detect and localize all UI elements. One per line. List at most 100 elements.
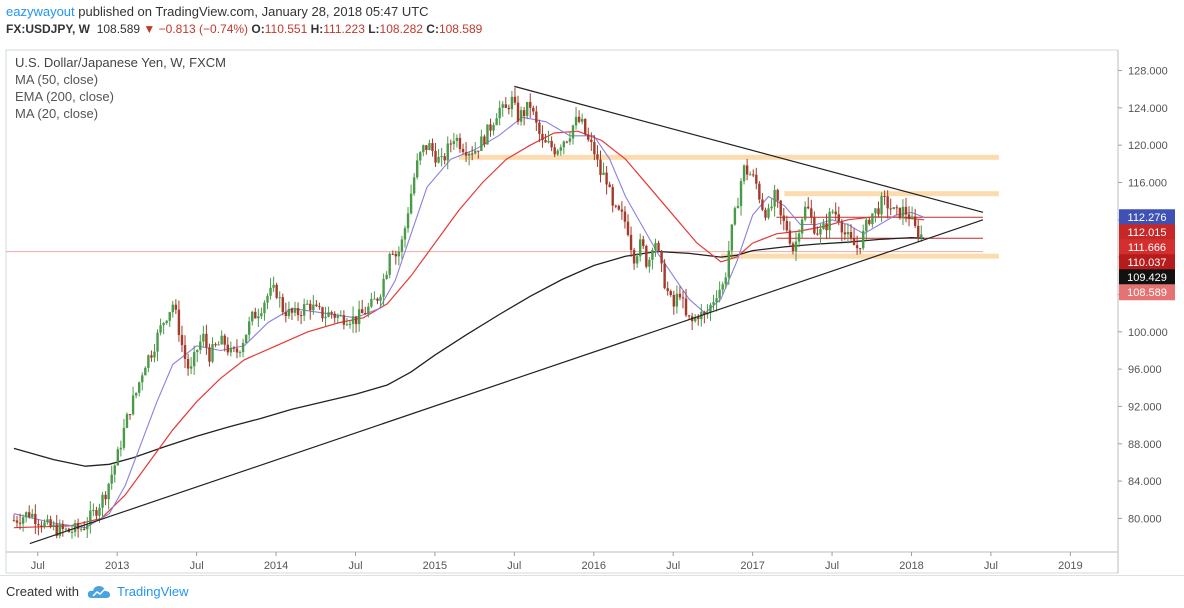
candle-body — [406, 213, 410, 229]
candle-body — [452, 141, 456, 145]
candle-body — [177, 309, 181, 336]
candle-body — [247, 321, 251, 335]
candle-body — [98, 507, 101, 516]
legend-ma20[interactable]: MA (20, close) — [15, 105, 226, 122]
price-chart[interactable]: 128.000124.000120.000116.000112.000108.0… — [0, 44, 1184, 575]
resistance-zone-0 — [458, 154, 999, 160]
candle-body — [180, 335, 184, 346]
candle-body — [803, 206, 807, 220]
candle-body — [678, 293, 682, 298]
candle-body — [742, 165, 746, 182]
candle-body — [816, 233, 819, 235]
candle-body — [892, 207, 895, 210]
candle-body — [162, 322, 165, 326]
candle-body — [287, 308, 291, 317]
candle-body — [623, 211, 627, 222]
candle-body — [858, 248, 862, 250]
candle-body — [437, 156, 440, 163]
candle-body — [529, 101, 532, 108]
candle-body — [495, 118, 498, 126]
candle-body — [480, 136, 483, 152]
x-tick-label: Jul — [31, 560, 45, 572]
candle-body — [877, 208, 880, 215]
candle-body — [183, 345, 187, 359]
candle-body — [205, 333, 208, 348]
candle-body — [251, 311, 254, 322]
y-tick-label: 120.000 — [1128, 140, 1168, 152]
candle-body — [324, 316, 327, 319]
candle-body — [254, 311, 257, 319]
candle-body — [266, 295, 269, 303]
candle-body — [235, 348, 239, 353]
candle-body — [21, 517, 25, 524]
candle-body — [357, 309, 361, 325]
candle-body — [764, 209, 767, 218]
candle-body — [376, 298, 379, 301]
legend-ma50[interactable]: MA (50, close) — [15, 71, 226, 88]
candle-body — [761, 199, 764, 210]
candle-body — [779, 200, 782, 216]
candle-body — [709, 304, 712, 313]
candle-body — [119, 447, 123, 450]
candle-body — [547, 140, 550, 143]
candle-body — [339, 315, 343, 317]
candle-body — [104, 494, 107, 500]
tradingview-link[interactable]: TradingView — [117, 584, 189, 599]
legend-ema200[interactable]: EMA (200, close) — [15, 88, 226, 105]
candle-body — [137, 382, 141, 393]
candle-body — [125, 414, 129, 428]
candle-body — [189, 366, 193, 369]
candle-body — [202, 333, 205, 342]
candle-body — [434, 150, 437, 163]
candle-body — [748, 174, 752, 176]
candle-body — [825, 223, 828, 231]
candle-body — [577, 116, 581, 122]
candle-body — [312, 304, 315, 311]
y-tick-label: 116.000 — [1128, 177, 1167, 189]
candle-body — [211, 344, 214, 362]
candle-body — [34, 513, 37, 525]
candle-body — [49, 519, 52, 527]
candle-body — [382, 278, 385, 297]
candle-body — [880, 195, 883, 215]
candle-body — [284, 312, 288, 317]
candle-body — [492, 125, 495, 131]
candle-body — [122, 427, 126, 448]
candle-body — [565, 141, 569, 143]
symbol-label: FX:USDJPY, W — [6, 22, 91, 36]
candle-body — [24, 512, 28, 518]
low-value: 108.282 — [379, 22, 423, 36]
price-label: 109.429 — [1127, 272, 1167, 284]
candle-body — [131, 395, 135, 415]
footer-bar: Created with TradingView — [0, 575, 1184, 608]
x-tick-label: 2018 — [899, 560, 923, 572]
author-link[interactable]: eazywayout — [6, 4, 75, 19]
candle-body — [474, 150, 477, 154]
candle-body — [810, 208, 813, 218]
candle-body — [394, 254, 398, 257]
candle-body — [470, 153, 474, 155]
candle-body — [532, 107, 535, 112]
candle-body — [217, 344, 220, 346]
candle-body — [800, 219, 804, 234]
candle-body — [782, 215, 785, 221]
candle-body — [663, 263, 666, 289]
candle-body — [263, 302, 266, 314]
candle-body — [315, 304, 318, 307]
candle-body — [415, 160, 419, 178]
candle-body — [229, 347, 233, 353]
candle-body — [272, 284, 275, 288]
candle-body — [116, 449, 120, 466]
candle-body — [95, 510, 98, 516]
candle-body — [52, 524, 55, 527]
candle-body — [232, 347, 236, 349]
candle-body — [681, 297, 685, 299]
price-label: 112.015 — [1128, 227, 1167, 239]
resistance-zone-1 — [784, 191, 999, 197]
candle-body — [101, 494, 104, 508]
candle-body — [620, 209, 624, 212]
candle-body — [46, 519, 49, 523]
down-arrow-icon: ▼ — [143, 22, 156, 36]
candle-body — [846, 231, 850, 235]
candle-body — [464, 152, 468, 156]
